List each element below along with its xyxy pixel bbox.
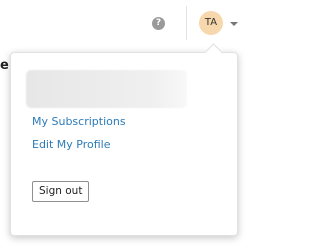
my-subscriptions-link[interactable]: My Subscriptions — [32, 115, 126, 128]
edit-my-profile-link[interactable]: Edit My Profile — [32, 138, 111, 151]
user-menu-dropdown: My Subscriptions Edit My Profile Sign ou… — [10, 43, 238, 236]
user-name-redacted — [26, 70, 187, 108]
chevron-down-icon[interactable] — [230, 22, 238, 26]
header-divider — [186, 6, 187, 40]
top-header: ? TA — [0, 0, 242, 46]
sign-out-button[interactable]: Sign out — [32, 181, 90, 202]
avatar[interactable]: TA — [199, 11, 223, 35]
question-mark-icon[interactable]: ? — [152, 17, 165, 30]
dropdown-pointer — [204, 43, 223, 62]
